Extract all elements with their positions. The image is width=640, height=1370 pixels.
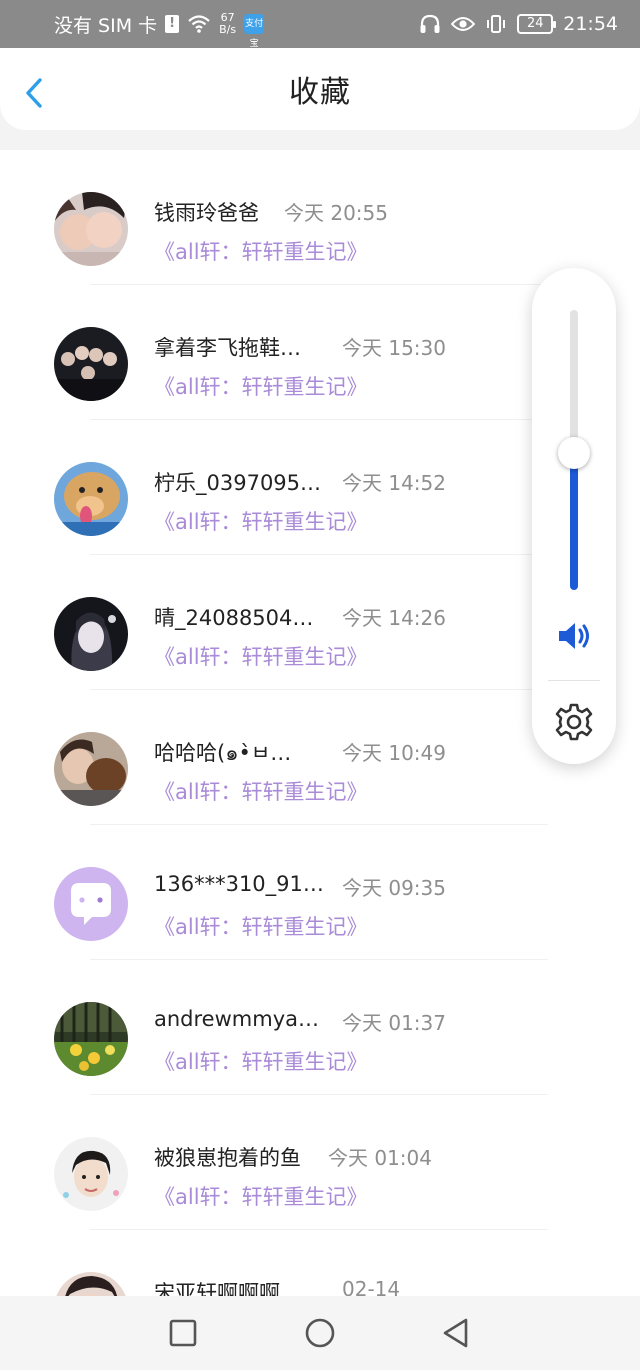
list-item[interactable]: 136***310_91… 今天 09:35 《all轩：轩轩重生记》	[0, 825, 640, 960]
work-title[interactable]: 《all轩：轩轩重生记》	[154, 776, 368, 806]
back-button[interactable]	[22, 76, 48, 110]
work-title[interactable]: 《all轩：轩轩重生记》	[154, 911, 368, 941]
user-name: 136***310_91…	[154, 872, 324, 896]
sim-alert-icon: !	[165, 15, 180, 33]
volume-level-fill	[570, 453, 578, 590]
gear-icon[interactable]	[554, 702, 594, 742]
avatar	[54, 732, 128, 806]
timestamp: 今天 01:37	[342, 1011, 446, 1035]
user-name: 哈哈哈(๑•̀ㅂ…	[154, 741, 292, 765]
work-title[interactable]: 《all轩：轩轩重生记》	[154, 371, 368, 401]
eye-icon	[451, 17, 476, 31]
carrier-text: 没有 SIM 卡	[54, 14, 158, 37]
net-speed-unit: B/s	[219, 23, 237, 36]
list-item[interactable]: 被狼崽抱着的鱼 今天 01:04 《all轩：轩轩重生记》	[0, 1095, 640, 1230]
user-name: andrewmmya…	[154, 1007, 319, 1031]
work-title[interactable]: 《all轩：轩轩重生记》	[154, 1046, 368, 1076]
timestamp: 今天 14:26	[342, 606, 446, 630]
user-name: 拿着李飞拖鞋…	[154, 336, 301, 360]
avatar	[54, 1272, 128, 1296]
clock: 21:54	[563, 13, 618, 35]
avatar	[54, 867, 128, 941]
navigation-bar	[0, 1296, 640, 1370]
work-title[interactable]: 《all轩：轩轩重生记》	[154, 641, 368, 671]
user-name: 被狼崽抱着的鱼	[154, 1146, 301, 1170]
user-name: 晴_24088504…	[154, 606, 314, 630]
work-title[interactable]: 《all轩：轩轩重生记》	[154, 506, 368, 536]
avatar	[54, 327, 128, 401]
app-badge-icon: 支付宝	[244, 14, 265, 49]
volume-slider-thumb[interactable]	[558, 437, 590, 469]
timestamp: 02-14	[342, 1277, 401, 1296]
back-triangle-icon[interactable]	[440, 1316, 474, 1350]
user-name: 钱雨玲爸爸	[154, 201, 259, 225]
avatar	[54, 462, 128, 536]
wifi-icon	[188, 15, 210, 33]
headphones-icon	[420, 14, 440, 33]
timestamp: 今天 14:52	[342, 471, 446, 495]
recent-apps-square-icon[interactable]	[166, 1316, 200, 1350]
volume-panel	[532, 268, 616, 764]
timestamp: 今天 15:30	[342, 336, 446, 360]
list-item[interactable]: 宋亚轩啊啊啊… 02-14	[0, 1230, 640, 1296]
timestamp: 今天 20:55	[284, 201, 388, 225]
avatar	[54, 1002, 128, 1076]
avatar	[54, 1137, 128, 1211]
page-title: 收藏	[289, 75, 351, 110]
avatar	[54, 597, 128, 671]
timestamp: 今天 10:49	[342, 741, 446, 765]
header: 收藏	[0, 48, 640, 130]
list-item[interactable]: andrewmmya… 今天 01:37 《all轩：轩轩重生记》	[0, 960, 640, 1095]
battery-icon: 24	[517, 14, 557, 34]
user-name: 柠乐_0397095…	[154, 471, 322, 495]
volume-panel-divider	[548, 680, 600, 681]
speaker-icon[interactable]	[556, 620, 592, 652]
work-title[interactable]: 《all轩：轩轩重生记》	[154, 1181, 368, 1211]
home-circle-icon[interactable]	[303, 1316, 337, 1350]
work-title[interactable]: 《all轩：轩轩重生记》	[154, 236, 368, 266]
list-item[interactable]: 钱雨玲爸爸 今天 20:55 《all轩：轩轩重生记》	[0, 150, 640, 285]
user-name: 宋亚轩啊啊啊…	[154, 1281, 301, 1296]
net-speed: 67 B/s	[219, 12, 236, 36]
vibrate-icon	[487, 15, 506, 33]
status-left: 没有 SIM 卡 ! 67 B/s 支付宝	[54, 11, 265, 49]
avatar	[54, 192, 128, 266]
status-bar: 没有 SIM 卡 ! 67 B/s 支付宝 24 21:54	[0, 0, 640, 49]
timestamp: 今天 09:35	[342, 876, 446, 900]
timestamp: 今天 01:04	[328, 1146, 432, 1170]
status-right: 24 21:54	[419, 13, 618, 35]
